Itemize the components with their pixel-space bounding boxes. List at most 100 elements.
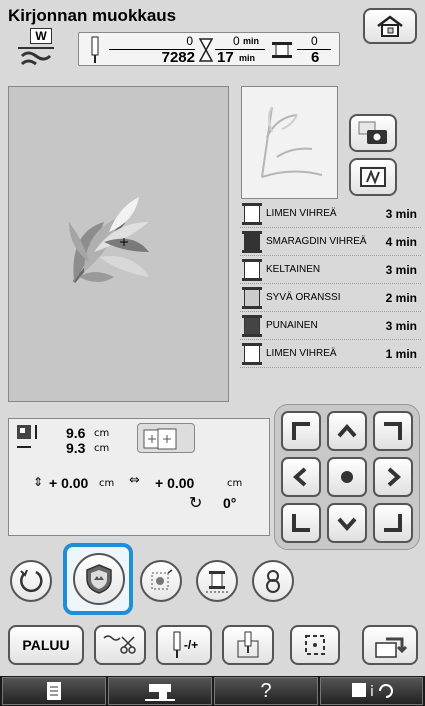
size-position-panel: 9.6 cm 9.3 cm ⇕ + 0.00 cm ⇔ + 0.00 cm ↻ … — [8, 418, 270, 536]
thread-row[interactable]: KELTAINEN 3 min — [240, 256, 421, 284]
sewing-machine-icon — [145, 684, 175, 701]
thread-row[interactable]: LIMEN VIHREÄ 3 min — [240, 200, 421, 228]
needle-icon — [91, 36, 99, 63]
help-button[interactable]: ? — [214, 677, 318, 705]
thread-spool-icon — [242, 342, 262, 365]
trial-frame-icon — [305, 635, 325, 655]
hoop-scan-icon — [360, 167, 386, 187]
thread-spool-icon — [242, 258, 262, 281]
thread-spool-icon — [206, 571, 228, 593]
back-button[interactable]: PALUU — [8, 625, 84, 665]
corner-down-right-icon — [384, 514, 402, 532]
ok-set-button[interactable] — [362, 625, 418, 665]
elapsed-time: 0 — [233, 34, 240, 48]
repeat-button[interactable] — [252, 560, 294, 602]
density-label: -/+ — [183, 638, 199, 652]
total-time-unit: min — [239, 53, 256, 63]
rotation-icon: ↻ — [189, 493, 203, 512]
move-center-button[interactable] — [327, 457, 367, 497]
thread-time: 3 min — [385, 206, 417, 221]
density-button[interactable]: -/+ — [156, 625, 212, 665]
move-down-left-button[interactable] — [281, 503, 321, 543]
rotate-button[interactable] — [10, 560, 52, 602]
resize-icon — [143, 428, 177, 450]
svg-text:i: i — [370, 684, 374, 700]
jump-stitch-trim-button[interactable] — [94, 625, 146, 665]
thread-spool-icon — [242, 230, 262, 253]
starting-point-button[interactable] — [222, 625, 274, 665]
design-height-unit: cm — [94, 428, 110, 439]
applique-button[interactable] — [73, 553, 125, 605]
thread-name: LIMEN VIHREÄ — [266, 347, 337, 359]
thread-row[interactable]: PUNAINEN 3 min — [240, 312, 421, 340]
machine-info-icon: i — [351, 683, 393, 700]
presser-foot-icon: W — [14, 28, 58, 72]
horizontal-position-unit: cm — [227, 478, 243, 489]
total-time: 17 — [217, 49, 234, 66]
thread-time: 2 min — [385, 290, 417, 305]
size-toggle-button[interactable] — [137, 423, 195, 453]
trial-button[interactable] — [290, 625, 340, 665]
thread-name: SMARAGDIN VIHREÄ — [266, 235, 367, 247]
help-icon: ? — [260, 679, 272, 702]
move-up-left-button[interactable] — [281, 411, 321, 451]
chevron-down-icon — [337, 517, 357, 532]
applique-button-selected[interactable] — [63, 543, 133, 615]
move-down-button[interactable] — [327, 503, 367, 543]
thread-spool-icon — [242, 286, 262, 309]
design-height: 9.6 — [66, 425, 86, 441]
thread-row[interactable]: SMARAGDIN VIHREÄ 4 min — [240, 228, 421, 256]
embroidery-preview[interactable] — [8, 86, 229, 402]
center-dot-icon — [341, 471, 353, 483]
needle-position-icon — [237, 631, 259, 658]
applique-shield-icon — [86, 564, 112, 594]
move-right-button[interactable] — [373, 457, 413, 497]
thread-name: KELTAINEN — [266, 263, 321, 275]
move-up-button[interactable] — [327, 411, 367, 451]
thread-color-button[interactable] — [196, 560, 238, 602]
design-width-unit: cm — [94, 443, 110, 454]
horizontal-position: + 0.00 — [155, 475, 195, 491]
color-count: 0 — [311, 34, 318, 48]
thread-cut-scissors-icon — [103, 635, 136, 654]
thread-row[interactable]: LIMEN VIHREÄ 1 min — [240, 340, 421, 368]
horizontal-arrows-icon: ⇔ — [129, 473, 140, 488]
camera-icon — [358, 121, 387, 144]
thread-name: SYVÄ ORANSSI — [266, 291, 341, 303]
outline-button[interactable] — [140, 560, 182, 602]
design-width: 9.3 — [66, 440, 86, 456]
thread-row[interactable]: SYVÄ ORANSSI 2 min — [240, 284, 421, 312]
chevron-left-icon — [292, 467, 307, 487]
camera-button[interactable] — [349, 114, 397, 152]
color-total: 6 — [311, 49, 320, 66]
thread-spool-icon — [242, 314, 262, 337]
embroidery-design-image — [69, 197, 149, 283]
rotate-icon — [20, 569, 43, 593]
document-icon — [47, 682, 61, 700]
elapsed-time-unit: min — [243, 36, 260, 46]
sewing-status-bar: 0 7282 0 min 17 min 0 6 — [78, 32, 340, 66]
rotation-angle: 0° — [223, 495, 237, 511]
design-thumbnail — [241, 86, 338, 199]
thread-spool-icon — [272, 42, 292, 58]
thread-time: 3 min — [385, 318, 417, 333]
move-left-button[interactable] — [281, 457, 321, 497]
outline-icon — [151, 569, 173, 590]
thread-time: 1 min — [385, 346, 417, 361]
home-icon — [377, 15, 403, 37]
image-key-button[interactable]: i — [320, 677, 423, 705]
thread-spool-icon — [242, 202, 262, 225]
move-down-right-button[interactable] — [373, 503, 413, 543]
page-title: Kirjonnan muokkaus — [8, 6, 177, 25]
chevron-right-icon — [387, 467, 402, 487]
move-arrow-pad — [274, 404, 420, 550]
manual-button[interactable] — [2, 677, 106, 705]
stitch-count: 0 — [186, 34, 193, 48]
figure-eight-icon — [266, 570, 280, 593]
settings-button[interactable] — [108, 677, 212, 705]
chevron-up-icon — [337, 423, 357, 438]
background-image-button[interactable] — [349, 158, 397, 196]
move-up-right-button[interactable] — [373, 411, 413, 451]
home-button[interactable] — [363, 8, 417, 44]
thread-name: LIMEN VIHREÄ — [266, 207, 337, 219]
